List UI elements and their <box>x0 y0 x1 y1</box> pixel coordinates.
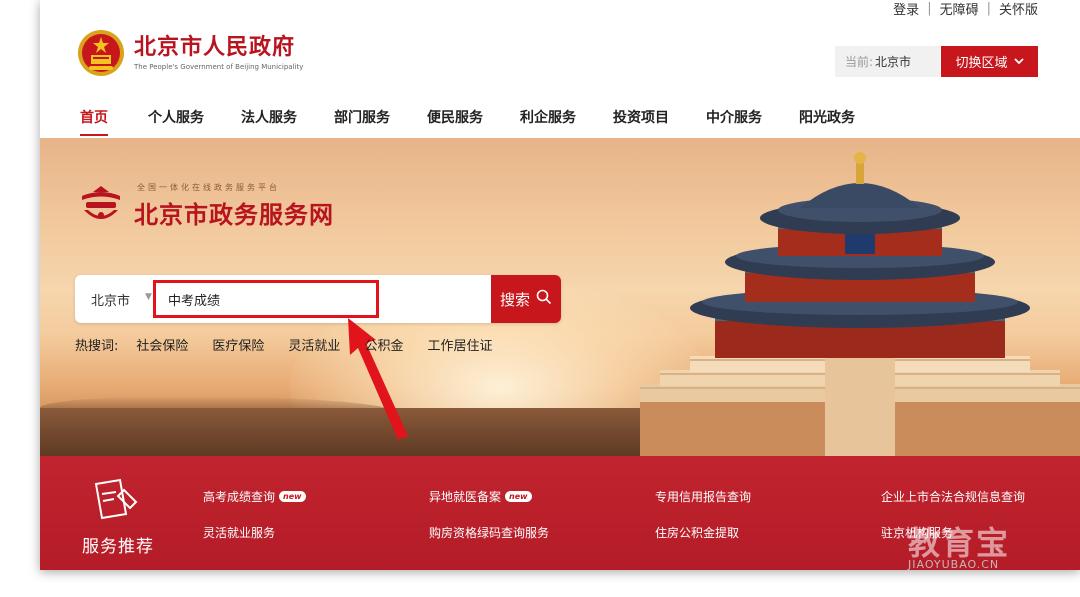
search-button[interactable]: 搜索 <box>491 275 561 323</box>
new-badge: new <box>279 491 306 502</box>
nav-item-home[interactable]: 首页 <box>80 107 108 127</box>
hot-search-terms: 热搜词: 社会保险 医疗保险 灵活就业 公积金 工作居住证 <box>75 335 492 354</box>
site-subtitle: The People's Government of Beijing Munic… <box>134 63 304 71</box>
search-icon <box>536 289 552 309</box>
service-link[interactable]: 购房资格绿码查询服务 <box>429 524 549 541</box>
nav-item-convenience[interactable]: 便民服务 <box>427 107 483 127</box>
nav-item-department[interactable]: 部门服务 <box>334 107 390 127</box>
service-link-label: 高考成绩查询 <box>203 490 276 504</box>
switch-region-button[interactable]: 切换区域 <box>941 46 1038 77</box>
active-tab-indicator <box>80 134 108 136</box>
platform-logo: 全国一体化在线政务服务平台 北京市政务服务网 <box>74 183 334 230</box>
main-nav: 首页 个人服务 法人服务 部门服务 便民服务 利企服务 投资项目 中介服务 阳光… <box>40 98 1080 138</box>
top-utility-links: 登录 | 无障碍 | 关怀版 <box>893 0 1038 18</box>
hot-term[interactable]: 灵活就业 <box>288 335 340 354</box>
site-logo[interactable]: 北京市人民政府 The People's Government of Beiji… <box>76 28 303 78</box>
caret-down-icon[interactable]: ▼ <box>145 292 152 302</box>
service-link-label: 住房公积金提取 <box>655 526 740 540</box>
service-link-label: 专用信用报告查询 <box>655 490 752 504</box>
service-link[interactable]: 企业上市合法合规信息查询 <box>881 488 1025 505</box>
hero-banner: 全国一体化在线政务服务平台 北京市政务服务网 北京市 ▼ 中考成绩 搜索 热搜词… <box>40 138 1080 456</box>
browser-page: 登录 | 无障碍 | 关怀版 北京市人民政府 The People's Gove… <box>40 0 1080 570</box>
switch-region-label: 切换区域 <box>955 56 1008 71</box>
nav-item-transparency[interactable]: 阳光政务 <box>799 107 855 127</box>
service-link-label: 购房资格绿码查询服务 <box>429 526 550 540</box>
nav-item-legal-entity[interactable]: 法人服务 <box>241 107 297 127</box>
edit-document-icon <box>90 478 140 526</box>
services-title: 服务推荐 <box>82 537 154 557</box>
accessibility-link[interactable]: 无障碍 <box>940 0 979 18</box>
hot-term[interactable]: 医疗保险 <box>212 335 264 354</box>
divider: | <box>986 0 991 16</box>
care-mode-link[interactable]: 关怀版 <box>999 0 1038 18</box>
annotation-highlight-box <box>153 280 379 318</box>
watermark-url: JIAOYUBAO.CN <box>908 558 1000 571</box>
service-link[interactable]: 异地就医备案 new <box>429 488 532 505</box>
hot-term[interactable]: 社会保险 <box>136 335 188 354</box>
service-link[interactable]: 专用信用报告查询 <box>655 488 751 505</box>
hot-term[interactable]: 工作居住证 <box>427 335 492 354</box>
site-title: 北京市人民政府 <box>134 35 296 60</box>
national-emblem-icon <box>76 28 126 78</box>
platform-emblem-icon <box>74 184 128 230</box>
search-button-label: 搜索 <box>499 290 530 309</box>
nav-item-intermediary[interactable]: 中介服务 <box>706 107 762 127</box>
service-link[interactable]: 高考成绩查询 new <box>203 488 306 505</box>
service-link-label: 异地就医备案 <box>429 490 502 504</box>
new-badge: new <box>505 491 532 502</box>
nav-item-personal[interactable]: 个人服务 <box>148 107 204 127</box>
chevron-down-icon <box>1013 54 1024 69</box>
nav-item-enterprise[interactable]: 利企服务 <box>520 107 576 127</box>
search-city-select[interactable]: 北京市 <box>91 290 130 309</box>
service-link-label: 灵活就业服务 <box>203 526 276 540</box>
platform-tagline: 全国一体化在线政务服务平台 <box>137 183 280 192</box>
hot-search-label: 热搜词: <box>75 339 119 354</box>
login-link[interactable]: 登录 <box>893 0 919 18</box>
platform-title: 北京市政务服务网 <box>134 201 334 229</box>
region-label: 当前: <box>845 55 874 69</box>
service-link-label: 企业上市合法合规信息查询 <box>881 490 1026 504</box>
service-link[interactable]: 灵活就业服务 <box>203 524 275 541</box>
service-link[interactable]: 住房公积金提取 <box>655 524 739 541</box>
divider: | <box>927 0 932 16</box>
nav-item-investment[interactable]: 投资项目 <box>613 107 669 127</box>
region-value: 北京市 <box>875 55 912 69</box>
current-region: 当前: 北京市 <box>835 46 940 77</box>
hot-term[interactable]: 公积金 <box>364 335 403 354</box>
temple-of-heaven-image <box>640 152 1080 456</box>
